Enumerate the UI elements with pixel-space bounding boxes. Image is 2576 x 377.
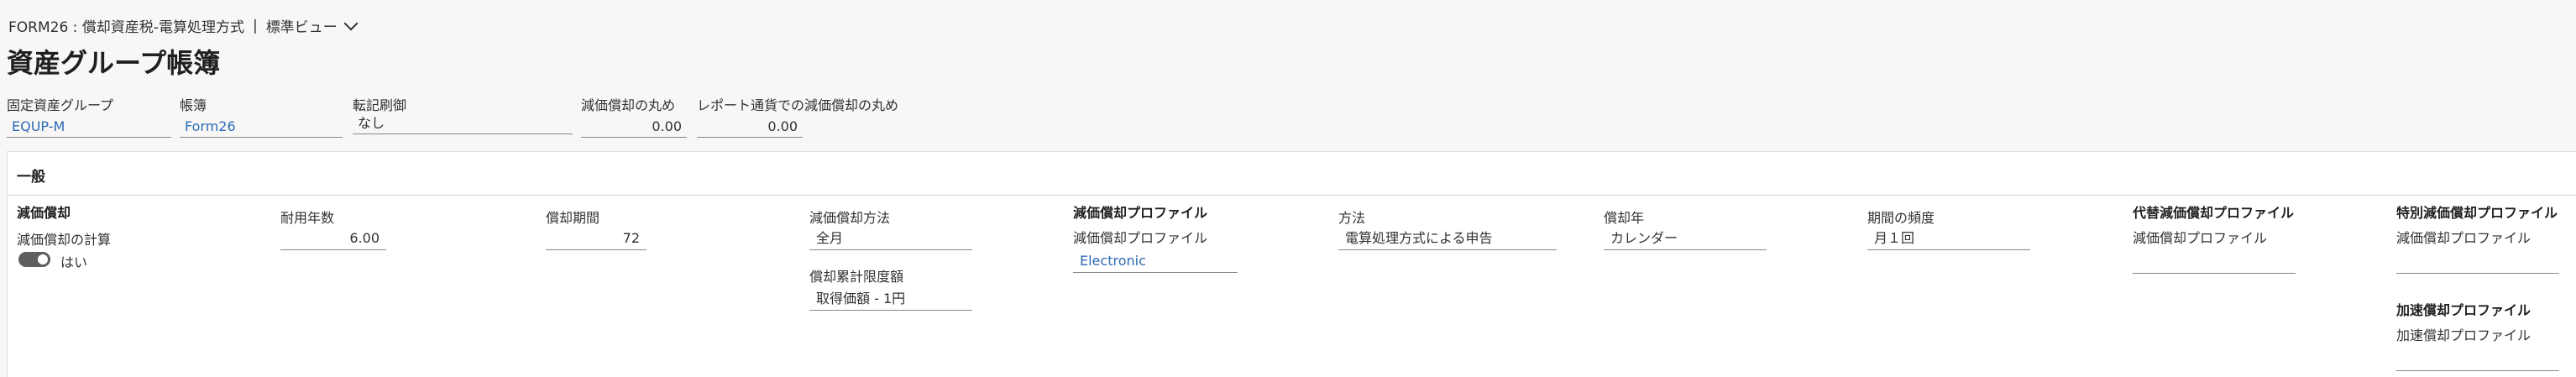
toggle-knob [38,254,48,264]
depreciation-calc-toggle[interactable] [18,252,50,267]
depreciation-periods-field[interactable]: 72 [546,227,647,250]
report-currency-rounding-label: レポート通貨での減価償却の丸め [697,97,899,113]
chevron-down-icon [343,16,359,30]
depreciation-profile-field[interactable]: Electronic [1073,249,1238,273]
depreciation-calc-toggle-label: はい [60,254,88,270]
book-field[interactable]: Form26 [180,116,343,138]
depreciation-rounding-field[interactable]: 0.00 [581,116,687,138]
depreciation-group-title: 減価償却 [17,205,71,221]
special-profile-label: 減価償却プロファイル [2396,230,2531,246]
method-field[interactable]: 電算処理方式による申告 [1338,227,1557,250]
section-divider [7,195,2576,196]
alt-profile-label: 減価償却プロファイル [2133,230,2268,246]
section-title-general[interactable]: 一般 [17,165,45,186]
alt-profile-group-title: 代替減価償却プロファイル [2133,205,2295,221]
period-frequency-label: 期間の頻度 [1867,210,1935,226]
depreciation-calc-label: 減価償却の計算 [17,232,112,248]
special-profile-group-title: 特別減価償却プロファイル [2396,205,2558,221]
posting-profile-label: 転記刷御 [353,97,407,113]
asset-group-field[interactable]: EQUP-M [7,116,171,138]
service-life-label: 耐用年数 [280,210,335,226]
depreciation-profile-group-title: 減価償却プロファイル [1073,205,1208,221]
form-name: FORM26 : 償却資産税-電算処理方式 [8,19,244,36]
accelerated-profile-field[interactable] [2396,348,2559,371]
depreciation-convention-label: 減価償却方法 [809,210,891,226]
accelerated-profile-label: 加速償却プロファイル [2396,327,2531,343]
accumulated-limit-field[interactable]: 取得価額 - 1円 [809,287,972,311]
period-frequency-field[interactable]: 月１回 [1867,227,2030,250]
accelerated-profile-group-title: 加速償却プロファイル [2396,302,2531,318]
book-label: 帳簿 [180,97,207,113]
depreciation-rounding-label: 減価償却の丸め [581,97,676,113]
report-currency-rounding-field[interactable]: 0.00 [697,116,803,138]
posting-profile-field[interactable]: なし [353,113,573,134]
breadcrumb: FORM26 : 償却資産税-電算処理方式 | 標準ビュー [8,15,359,36]
view-name: 標準ビュー [265,19,338,36]
alt-profile-field[interactable] [2133,250,2296,274]
page-title: 資産グループ帳簿 [7,47,221,79]
method-label: 方法 [1338,210,1366,226]
depreciation-convention-field[interactable]: 全月 [809,227,972,250]
asset-group-label: 固定資産グループ [7,97,114,113]
depreciation-periods-label: 償却期間 [546,210,600,226]
depreciation-year-label: 償却年 [1604,210,1645,226]
special-profile-field[interactable] [2396,250,2559,274]
breadcrumb-separator: | [252,17,258,34]
service-life-field[interactable]: 6.00 [280,227,386,250]
accumulated-limit-label: 償却累計限度額 [809,269,904,285]
depreciation-year-field[interactable]: カレンダー [1604,227,1767,250]
view-selector[interactable]: 標準ビュー [265,15,359,36]
depreciation-profile-label: 減価償却プロファイル [1073,230,1208,246]
